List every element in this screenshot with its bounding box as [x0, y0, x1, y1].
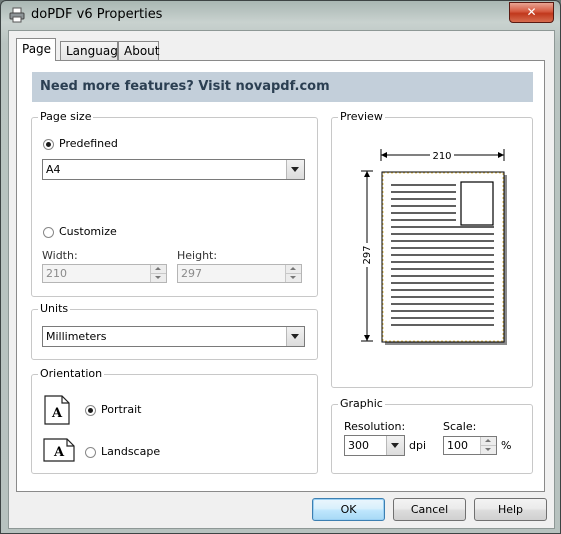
- spin-down-icon[interactable]: [285, 274, 301, 282]
- ok-button[interactable]: OK: [312, 498, 385, 521]
- page-size-group: Page size Predefined A4 Customize Width:…: [31, 110, 318, 297]
- chevron-down-icon[interactable]: [286, 160, 304, 179]
- paper-size-select[interactable]: A4: [42, 159, 305, 180]
- tab-about[interactable]: About: [118, 41, 159, 60]
- resolution-value: 300: [348, 439, 369, 452]
- spin-up-icon[interactable]: [150, 265, 166, 274]
- group-label: Orientation: [38, 367, 105, 380]
- chevron-down-icon[interactable]: [386, 436, 404, 455]
- landscape-page-icon: A: [43, 438, 75, 462]
- group-label: Units: [38, 302, 71, 315]
- page-tab-panel: Need more features? Visit novapdf.com Pa…: [16, 60, 545, 492]
- portrait-radio[interactable]: [85, 405, 96, 416]
- resolution-select[interactable]: 300: [344, 435, 405, 456]
- customize-label: Customize: [59, 225, 117, 238]
- title-bar[interactable]: doPDF v6 Properties ✕: [1, 1, 560, 31]
- graphic-group: Graphic Resolution: 300 dpi Scale: 100 %: [331, 397, 533, 474]
- promo-banner[interactable]: Need more features? Visit novapdf.com: [32, 72, 533, 102]
- tab-label: Page: [22, 42, 52, 56]
- spin-down-icon[interactable]: [150, 274, 166, 282]
- resolution-label: Resolution:: [344, 420, 406, 433]
- orientation-group: Orientation A Portrait A Landscape: [31, 367, 318, 474]
- properties-window: doPDF v6 Properties ✕ Page Language Abou…: [0, 0, 561, 534]
- height-stepper[interactable]: 297: [177, 264, 302, 283]
- help-button[interactable]: Help: [474, 498, 547, 521]
- chevron-down-icon[interactable]: [286, 327, 304, 346]
- landscape-label: Landscape: [101, 445, 161, 458]
- dialog-client-area: Page Language About Need more features? …: [8, 30, 555, 529]
- portrait-label: Portrait: [101, 403, 142, 416]
- tab-language[interactable]: Language: [60, 41, 125, 60]
- height-label: Height:: [177, 249, 218, 262]
- spin-up-icon[interactable]: [480, 437, 496, 446]
- printer-icon: [9, 7, 25, 23]
- width-stepper[interactable]: 210: [42, 264, 167, 283]
- group-label: Page size: [38, 110, 94, 123]
- preview-width-text: 210: [432, 151, 451, 162]
- icon-letter: A: [53, 445, 65, 460]
- units-select[interactable]: Millimeters: [42, 326, 305, 347]
- icon-letter: A: [51, 406, 63, 421]
- window-title: doPDF v6 Properties: [31, 7, 163, 22]
- group-label: Preview: [338, 110, 385, 123]
- tab-label: About: [124, 44, 160, 58]
- predefined-label: Predefined: [59, 137, 118, 150]
- scale-stepper[interactable]: 100: [443, 436, 497, 455]
- page-preview: 210 297: [360, 147, 507, 345]
- spin-up-icon[interactable]: [285, 265, 301, 274]
- spin-down-icon[interactable]: [480, 446, 496, 454]
- cancel-button[interactable]: Cancel: [393, 498, 466, 521]
- width-value: 210: [46, 267, 67, 280]
- units-group: Units Millimeters: [31, 302, 318, 360]
- scale-label: Scale:: [443, 420, 477, 433]
- height-value: 297: [181, 267, 202, 280]
- tab-page[interactable]: Page: [16, 38, 56, 61]
- portrait-page-icon: A: [44, 395, 70, 425]
- landscape-radio[interactable]: [85, 447, 96, 458]
- preview-height-text: 297: [362, 245, 373, 264]
- predefined-radio[interactable]: [43, 139, 54, 150]
- resolution-unit: dpi: [409, 439, 427, 452]
- group-label: Graphic: [338, 397, 385, 410]
- close-button[interactable]: ✕: [509, 2, 554, 23]
- units-value: Millimeters: [46, 330, 107, 343]
- tab-label: Language: [66, 44, 126, 58]
- customize-radio[interactable]: [43, 227, 54, 238]
- preview-group: Preview 210 297: [331, 110, 533, 388]
- paper-size-value: A4: [46, 163, 61, 176]
- close-icon: ✕: [526, 5, 537, 19]
- scale-unit: %: [501, 439, 512, 452]
- width-label: Width:: [42, 249, 78, 262]
- scale-value: 100: [447, 439, 468, 452]
